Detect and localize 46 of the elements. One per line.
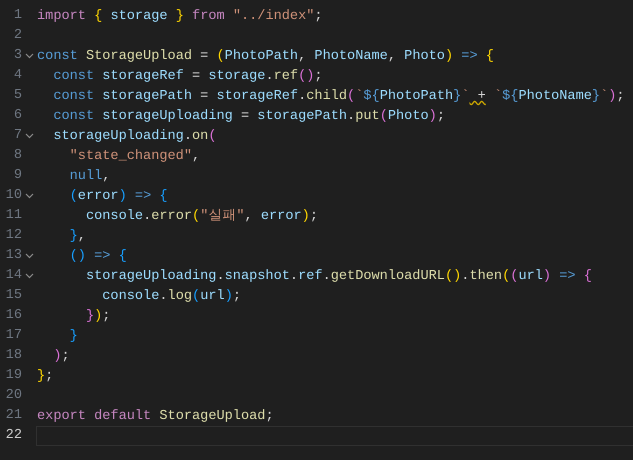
chevron-down-icon[interactable]: [24, 193, 34, 199]
chevron-down-icon[interactable]: [24, 273, 34, 279]
code-line: (error) => {: [68, 188, 169, 206]
chevron-down-icon[interactable]: [24, 253, 34, 259]
code-line: }: [68, 328, 79, 346]
code-line: import { storage } from "../index";: [36, 8, 324, 26]
code-line: console.log(url);: [101, 288, 242, 306]
line-number: 10: [4, 187, 22, 205]
code-line: const storagePath = storageRef.child(`${PhotoPath}` + `${PhotoName}`);: [52, 88, 626, 106]
code-line: () => {: [68, 248, 128, 266]
line-number: 22: [4, 427, 22, 445]
line-number: 14: [4, 267, 22, 285]
line-number: 5: [12, 87, 22, 105]
line-number: 6: [12, 107, 22, 125]
line-number: 7: [12, 127, 22, 145]
line-number: 13: [4, 247, 22, 265]
line-number: 19: [4, 367, 22, 385]
code-line: );: [52, 348, 71, 366]
code-line: },: [68, 228, 87, 246]
code-line: const StorageUpload = (PhotoPath, PhotoName, Photo) => {: [36, 48, 495, 66]
code-line: export default StorageUpload;: [36, 408, 275, 426]
line-number: 4: [12, 67, 22, 85]
line-number: 2: [12, 27, 22, 45]
line-number: 20: [4, 387, 22, 405]
code-line: storageUploading.snapshot.ref.getDownloadURL().then((url) => {: [84, 268, 593, 286]
code-line: });: [84, 308, 112, 326]
code-line: storageUploading.on(: [52, 128, 218, 146]
code-line: "state_changed",: [68, 148, 202, 166]
line-number: 3: [12, 47, 22, 65]
code-line: null,: [68, 168, 112, 186]
chevron-down-icon[interactable]: [24, 53, 34, 59]
code-line: console.error("실패", error);: [84, 208, 319, 226]
line-number: 11: [4, 207, 22, 225]
line-number: 21: [4, 407, 22, 425]
code-line: };: [36, 368, 54, 386]
chevron-down-icon[interactable]: [24, 133, 34, 139]
line-number: 15: [4, 287, 22, 305]
line-number: 8: [12, 147, 22, 165]
line-number: 18: [4, 347, 22, 365]
line-number: 1: [12, 7, 22, 25]
code-line: const storageRef = storage.ref();: [52, 68, 324, 86]
line-number: 17: [4, 327, 22, 345]
line-number: 12: [4, 227, 22, 245]
line-number: 16: [4, 307, 22, 325]
line-number: 9: [12, 167, 22, 185]
code-line: const storageUploading = storagePath.put(Photo);: [52, 108, 446, 126]
